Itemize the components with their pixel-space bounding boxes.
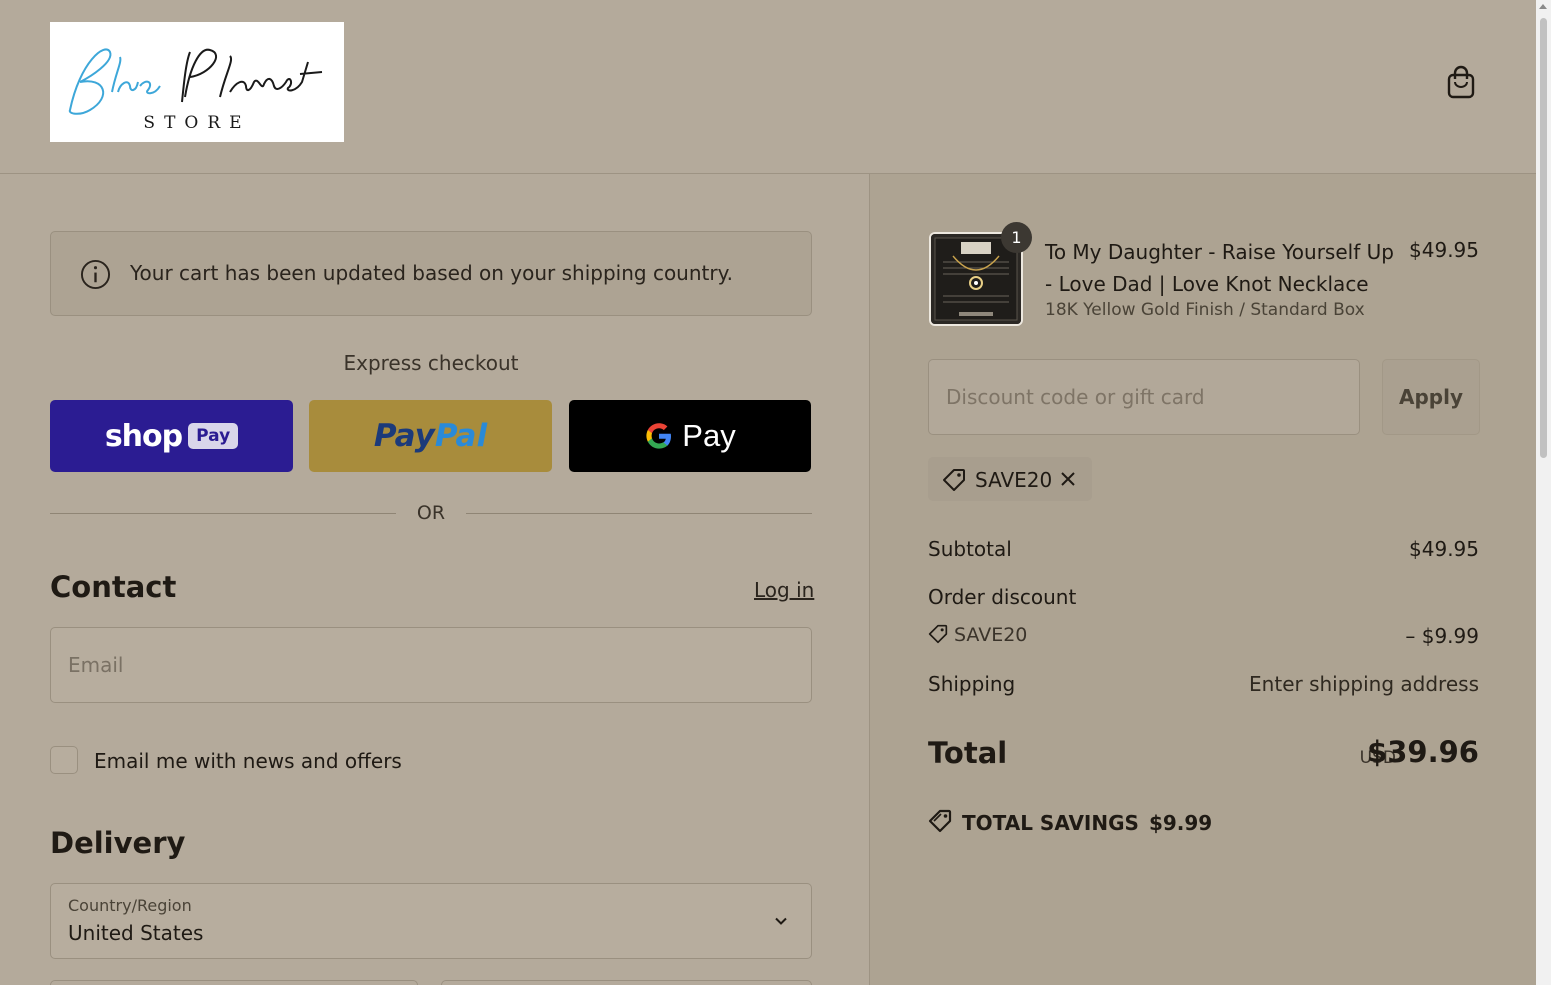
scrollbar-thumb[interactable]: [1540, 18, 1547, 458]
store-logo[interactable]: STORE: [50, 22, 344, 142]
email-placeholder: Email: [68, 653, 124, 677]
subtotal-label: Subtotal: [928, 537, 1012, 561]
paypal-pay: Pay: [373, 418, 435, 454]
total-label: Total: [928, 736, 1008, 770]
first-name-field[interactable]: [50, 980, 418, 985]
newsletter-label: Email me with news and offers: [94, 749, 402, 773]
paypal-button[interactable]: PayPal: [309, 400, 552, 472]
product-name: To My Daughter - Raise Yourself Up - Lov…: [1045, 240, 1394, 296]
order-summary: 1 To My Daughter - Raise Yourself Up - L…: [869, 174, 1536, 985]
google-g-icon: [646, 423, 672, 449]
notice-text: Your cart has been updated based on your…: [130, 261, 733, 285]
order-discount-code: SAVE20: [954, 624, 1028, 646]
total-value: $39.96: [1367, 735, 1479, 769]
shipping-value: Enter shipping address: [1249, 672, 1479, 696]
country-select[interactable]: Country/Region United States: [50, 883, 812, 959]
divider-line: [50, 513, 396, 514]
country-value: United States: [68, 921, 204, 945]
subtotal-value: $49.95: [1409, 537, 1479, 561]
login-link[interactable]: Log in: [754, 578, 814, 602]
total-savings: TOTAL SAVINGS $9.99: [928, 808, 1212, 835]
savings-value: $9.99: [1148, 811, 1213, 835]
cart-updated-notice: Your cart has been updated based on your…: [50, 231, 812, 316]
tag-icon: [928, 624, 948, 644]
or-text: OR: [416, 502, 446, 524]
paypal-logo: PayPal: [374, 418, 487, 454]
shopping-bag-icon[interactable]: [1446, 64, 1476, 100]
google-pay-button[interactable]: Pay: [569, 400, 811, 472]
info-icon: [80, 259, 111, 290]
svg-text:STORE: STORE: [143, 113, 250, 133]
newsletter-checkbox[interactable]: [50, 746, 78, 774]
page-scrollbar[interactable]: [1536, 0, 1551, 985]
chevron-down-icon: [775, 917, 787, 925]
discount-placeholder: Discount code or gift card: [946, 385, 1205, 409]
quantity-badge: 1: [1001, 222, 1032, 253]
last-name-field[interactable]: [441, 980, 812, 985]
express-checkout-label: Express checkout: [343, 351, 519, 375]
contact-title: Contact: [50, 570, 177, 604]
shop-pay-word: shop: [104, 418, 183, 454]
product-price: $49.95: [1409, 238, 1479, 262]
or-divider: OR: [50, 502, 812, 526]
product-variant: 18K Yellow Gold Finish / Standard Box: [1045, 300, 1365, 320]
order-discount-value: – $9.99: [1405, 624, 1479, 648]
shop-pay-badge: Pay: [188, 423, 239, 449]
tag-icon: [943, 469, 965, 491]
savings-tag-icon: [928, 809, 952, 833]
savings-label: TOTAL SAVINGS: [962, 811, 1139, 835]
discount-code-input[interactable]: Discount code or gift card: [928, 359, 1360, 435]
applied-discount-chip: SAVE20: [928, 457, 1092, 501]
shop-pay-button[interactable]: shop Pay: [50, 400, 293, 472]
email-field[interactable]: Email: [50, 627, 812, 703]
header: STORE: [0, 0, 1536, 174]
applied-code: SAVE20: [975, 468, 1053, 492]
scroll-up-icon[interactable]: [1539, 4, 1547, 9]
remove-discount-icon[interactable]: [1060, 471, 1076, 487]
order-discount-label: Order discount: [928, 585, 1077, 609]
logo-wordmark: STORE: [68, 48, 323, 133]
shipping-label: Shipping: [928, 672, 1016, 696]
paypal-pal: Pal: [434, 418, 488, 454]
gpay-word: Pay: [682, 418, 736, 453]
checkout-form: Your cart has been updated based on your…: [0, 174, 869, 985]
country-label: Country/Region: [68, 896, 192, 915]
order-discount-code-row: SAVE20: [928, 624, 1027, 646]
divider-line: [466, 513, 812, 514]
apply-discount-button[interactable]: Apply: [1382, 359, 1480, 435]
delivery-title: Delivery: [50, 826, 186, 860]
